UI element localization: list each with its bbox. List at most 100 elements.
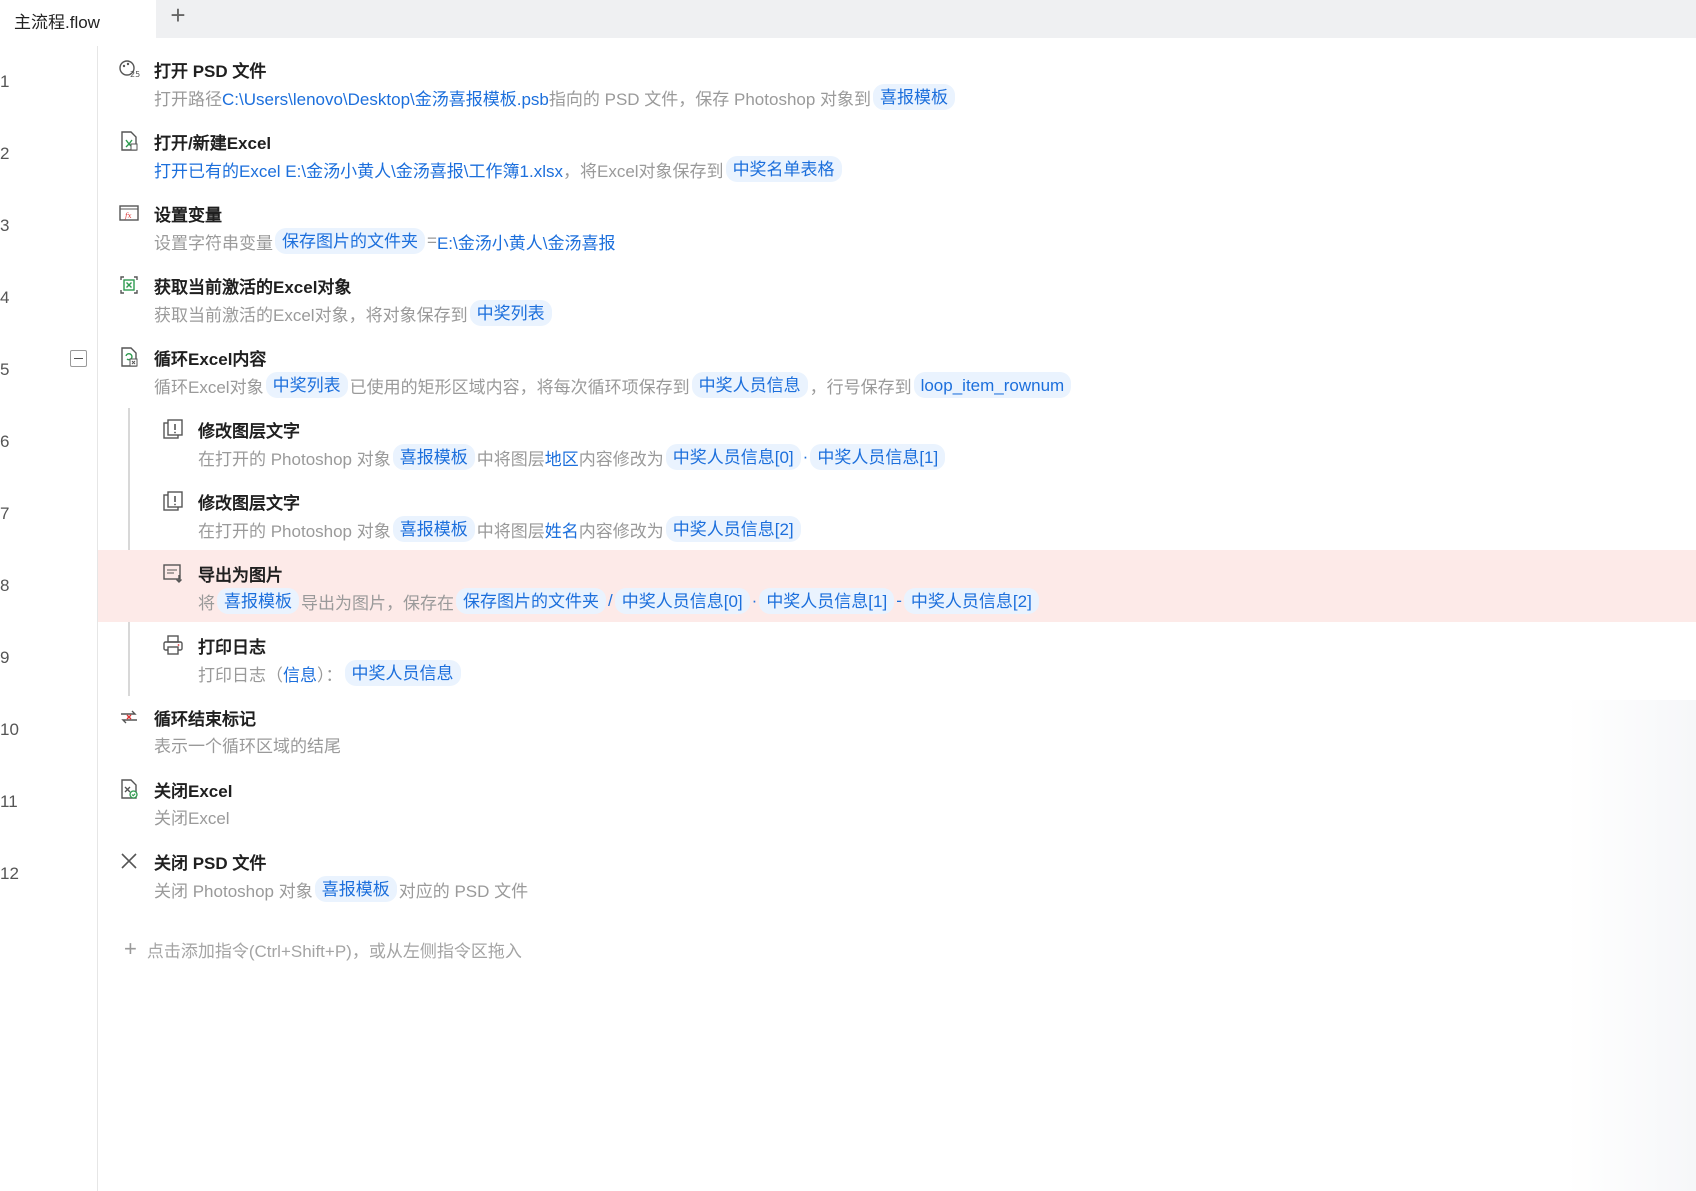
variable-chip[interactable]: 中奖人员信息[2] [903,588,1039,614]
flow-step-row[interactable]: 1 25 打开 PSD 文件 打开路径 C:\Users\lenovo\Desktop… [0,46,1696,118]
line-number: 7 [0,504,10,523]
desc-text: 中将图层 [476,449,545,469]
param-value: · [751,591,758,610]
desc-text: ，行号保存到 [809,377,912,397]
collapse-toggle-icon[interactable] [70,350,87,367]
flow-step-row[interactable]: 11 关闭Excel 关闭Excel [0,766,1696,838]
export-image-icon [162,562,184,584]
variable-chip[interactable]: 喜报模板 [873,84,956,110]
flow-step-row[interactable]: 2 打开/新建Excel 打开已有的Excel E:\金汤小黄人\金汤喜报\工作簿1… [0,118,1696,190]
flow-step-row[interactable]: 12 关闭 PSD 文件 关闭 Photoshop 对象 喜报模板 对应的 PSD … [0,838,1696,910]
printer-icon [162,634,184,656]
tab-main-flow[interactable]: 主流程.flow [0,0,156,38]
step-title: 打印日志 [198,638,266,657]
desc-text: 打开路径 [154,89,222,109]
flow-step-row[interactable]: 6 修改图层文字 在打开的 Photoshop 对象 喜报模板 中将图层 地区 内容… [0,406,1696,478]
flow-step-row[interactable]: 9 打印日志 打印日志（ 信息）： 中奖人员信息 [0,622,1696,694]
line-number: 5 [0,360,10,379]
desc-text: = [427,231,437,250]
desc-text: 关闭Excel [154,809,230,828]
variable-chip[interactable]: 保存图片的文件夹 [275,228,425,254]
plus-icon: + [124,936,137,961]
desc-text: 导出为图片，保存在 [301,593,454,613]
step-title: 打开/新建Excel [154,134,272,153]
flow-step-row[interactable]: 4 获取当前激活的Excel对象 获取当前激活的Excel对象，将对象保存到 中奖列表 [0,262,1696,334]
desc-text: 指向的 PSD 文件，保存 Photoshop 对象到 [548,89,872,109]
param-value: E:\金汤小黄人\金汤喜报 [436,233,616,253]
add-instruction-hint[interactable]: + 点击添加指令(Ctrl+Shift+P)，或从左侧指令区拖入 [124,936,522,962]
step-description: 关闭Excel [154,804,230,829]
desc-text: 在打开的 Photoshop 对象 [198,521,391,541]
step-description: 打开路径 C:\Users\lenovo\Desktop\金汤喜报模板.psb … [154,84,957,110]
layer-text-icon [162,490,184,512]
variable-chip[interactable]: 中奖人员信息[1] [810,444,946,470]
variable-chip[interactable]: 喜报模板 [314,876,397,902]
desc-text: 关闭 Photoshop 对象 [154,881,313,901]
variable-chip[interactable]: 中奖人员信息[1] [759,588,895,614]
variable-chip[interactable]: 喜报模板 [217,588,299,614]
panel-shadow [1566,700,1696,1191]
variable-chip[interactable]: 中奖人员信息 [691,372,808,398]
variable-chip[interactable]: 中奖人员信息[0] [614,588,750,614]
svg-text:25: 25 [130,70,140,79]
layer-text-icon [162,418,184,440]
variable-chip[interactable]: 中奖人员信息 [344,660,461,686]
step-title: 导出为图片 [198,566,283,585]
step-title: 修改图层文字 [198,422,300,441]
flow-step-row[interactable]: 8 导出为图片将 喜报模板 导出为图片，保存在 保存图片的文件夹 / 中奖人员信息… [0,550,1696,622]
line-number: 3 [0,216,10,235]
svg-text:fx: fx [124,212,132,220]
desc-text: 设置字符串变量 [154,233,273,253]
line-number: 8 [0,576,10,595]
variable-fx-icon: fx [118,202,140,224]
flow-step-row[interactable]: 3 fx 设置变量设置字符串变量 保存图片的文件夹 = E:\金汤小黄人\金汤喜报 [0,190,1696,262]
tab-bar: 主流程.flow + [0,0,1696,38]
add-tab-button[interactable]: + [166,2,190,30]
close-x-icon [118,850,140,872]
excel-close-icon [118,778,140,800]
desc-text: ，将Excel对象保存到 [562,161,724,181]
line-number: 10 [0,720,19,739]
flow-step-row[interactable]: 5 循环Excel内容 循环Excel对象 中奖列表 已使用的矩形区域内容，将每次循环项… [0,334,1696,406]
variable-chip[interactable]: 中奖人员信息[0] [665,444,801,470]
line-number: 4 [0,288,10,307]
step-description: 设置字符串变量 保存图片的文件夹 = E:\金汤小黄人\金汤喜报 [154,228,615,254]
param-value: · [802,447,809,466]
step-title: 设置变量 [154,206,222,225]
desc-text: 将 [198,593,215,613]
param-value: 打开已有的Excel E:\金汤小黄人\金汤喜报\工作簿1.xlsx [154,161,563,181]
param-value: 信息 [283,665,317,685]
desc-text: 内容修改为 [578,521,664,541]
step-title: 获取当前激活的Excel对象 [154,278,352,297]
desc-text: 内容修改为 [578,449,664,469]
variable-chip[interactable]: 中奖名单表格 [725,156,842,182]
desc-text: 表示一个循环区域的结尾 [154,737,341,756]
desc-text: 打印日志（ [198,665,283,685]
desc-text: 中将图层 [476,521,545,541]
variable-chip[interactable]: 中奖列表 [265,372,348,398]
line-number: 2 [0,144,10,163]
step-title: 循环结束标记 [154,710,256,729]
loop-end-icon [118,706,140,728]
line-number: 6 [0,432,10,451]
excel-loop-icon [118,346,140,368]
variable-chip[interactable]: 喜报模板 [392,516,475,542]
step-description: 在打开的 Photoshop 对象 喜报模板 中将图层 姓名 内容修改为 中奖人… [198,516,803,542]
desc-text: 循环Excel对象 [154,377,264,397]
photoshop-icon: 25 [118,58,140,80]
desc-text: 对应的 PSD 文件 [398,881,529,901]
param-value: - [896,591,902,610]
step-description: 打印日志（ 信息）： 中奖人员信息 [198,660,463,686]
variable-chip[interactable]: 中奖人员信息[2] [665,516,801,542]
step-description: 打开已有的Excel E:\金汤小黄人\金汤喜报\工作簿1.xlsx ，将Exce… [154,156,844,182]
variable-chip[interactable]: loop_item_rownum [913,372,1072,398]
line-number: 11 [0,792,18,811]
flow-step-row[interactable]: 7 修改图层文字 在打开的 Photoshop 对象 喜报模板 中将图层 姓名 内容… [0,478,1696,550]
step-description: 关闭 Photoshop 对象 喜报模板 对应的 PSD 文件 [154,876,528,902]
flow-step-row[interactable]: 10 循环结束标记表示一个循环区域的结尾 [0,694,1696,766]
excel-active-icon [118,274,140,296]
variable-chip[interactable]: 中奖列表 [469,300,552,326]
variable-chip[interactable]: 保存图片的文件夹 [456,588,606,614]
param-value: 姓名 [544,521,579,541]
variable-chip[interactable]: 喜报模板 [392,444,475,470]
